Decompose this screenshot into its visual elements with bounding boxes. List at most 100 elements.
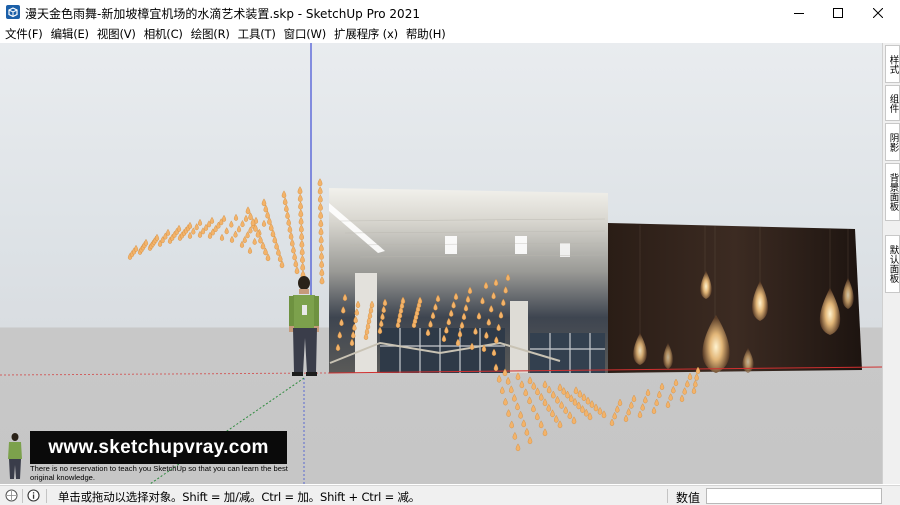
droplet [555,395,560,404]
droplet [509,385,514,394]
droplet [539,392,544,401]
status-hint: 单击或拖动以选择对象。Shift = 加/减。Ctrl = 加。Shift + … [58,490,421,504]
menu-file[interactable]: 文件(F) [2,26,48,42]
modeling-viewport[interactable] [0,43,882,484]
droplet [233,230,238,238]
close-button[interactable] [855,0,900,25]
menu-draw[interactable]: 绘图(R) [188,26,235,42]
droplet [659,382,665,391]
tray-tab-background-panel[interactable]: 背景面板 [885,163,900,221]
droplet [559,401,564,409]
droplet [665,400,671,409]
droplet [645,388,651,397]
droplet [282,197,288,206]
droplet [601,410,607,419]
droplet [567,411,573,420]
droplet [687,372,693,381]
droplet [197,218,203,226]
droplet [503,397,508,406]
menu-camera[interactable]: 相机(C) [141,26,188,42]
droplet [527,376,533,385]
droplet [165,228,171,236]
droplet [274,241,279,250]
menu-bar: 文件(F) 编辑(E) 视图(V) 相机(C) 绘图(R) 工具(T) 窗口(W… [0,25,900,43]
droplet [691,386,697,395]
droplet [685,379,690,388]
droplet [693,379,698,388]
droplet [577,389,583,398]
droplet [573,386,579,395]
droplet [285,211,290,219]
droplet [318,219,324,228]
menu-window[interactable]: 窗口(W) [281,26,331,42]
droplet [291,245,296,254]
menu-tools[interactable]: 工具(T) [235,26,281,42]
default-tray: 样式 组件 阴影 背景面板 默认面板 [882,43,900,484]
droplet [668,393,673,401]
menu-edit[interactable]: 编辑(E) [48,26,94,42]
droplet [679,394,685,403]
droplet [554,414,559,423]
droplet [224,227,229,235]
red-axis-dashed [0,372,330,376]
droplet [318,202,323,211]
tray-tab-components[interactable]: 组件 [885,85,900,121]
droplet [319,251,324,260]
tray-tab-styles[interactable]: 样式 [885,45,900,83]
menu-extensions[interactable]: 扩展程序 (x) [331,26,403,42]
droplet [290,238,295,247]
droplet [299,232,304,241]
watermark-tagline: There is no reservation to teach you Ske… [30,464,288,482]
measurements-input[interactable] [706,488,882,504]
droplet [233,213,239,221]
droplet [298,216,304,225]
droplet [535,387,540,396]
menu-help[interactable]: 帮助(H) [403,26,451,42]
terminal-photo-panel[interactable] [329,188,608,373]
droplet [245,206,251,215]
info-icon[interactable] [27,489,40,502]
droplet [272,235,278,244]
droplet [299,247,305,256]
droplet [318,243,324,252]
droplet [319,268,325,277]
droplet [219,233,225,241]
droplet [535,412,540,421]
droplet [265,210,270,219]
droplet-photo-panel[interactable] [608,223,862,373]
droplet [317,186,323,195]
tray-tab-default-panel[interactable]: 默认面板 [885,235,900,293]
scene-canvas[interactable] [0,43,882,484]
close-icon [873,7,883,18]
watermark-figure-icon [8,433,22,479]
geolocation-icon[interactable] [5,489,18,502]
droplet [524,427,530,436]
droplet [523,388,528,397]
droplet [300,262,306,271]
droplet [297,186,303,195]
droplet [268,223,274,231]
status-separator [667,489,668,503]
droplet [671,385,676,394]
droplet [243,214,249,222]
droplet [512,432,518,440]
droplet [209,216,215,224]
droplet [297,193,303,202]
droplet [551,390,556,399]
droplet [631,394,637,403]
droplet [542,428,548,437]
droplet [565,390,570,399]
droplet [546,403,551,412]
droplet [319,259,325,268]
menu-view[interactable]: 视图(V) [94,26,141,42]
scale-figure[interactable] [289,276,319,376]
droplet [284,204,289,212]
tray-tab-shadows[interactable]: 阴影 [885,123,900,161]
droplet [187,221,193,229]
droplet [292,252,297,261]
droplet [261,219,267,227]
droplet [261,198,267,207]
droplet [287,224,293,233]
droplet [580,405,585,413]
droplet [673,378,679,387]
